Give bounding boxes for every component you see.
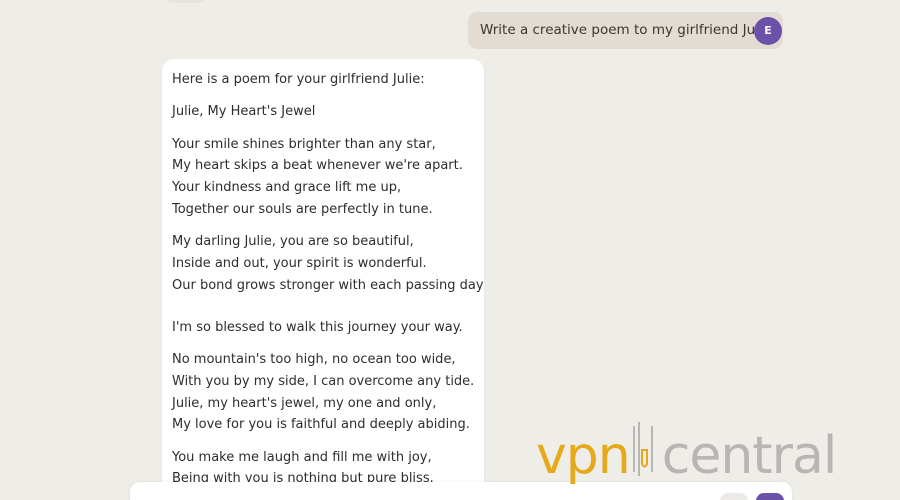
poem-line: You make me laugh and fill me with joy, — [172, 449, 432, 465]
user-avatar[interactable]: E — [754, 17, 782, 45]
poem-line: Your kindness and grace lift me up, — [172, 180, 402, 196]
poem-stanza-3: No mountain's too high, no ocean too wid… — [172, 349, 484, 436]
poem-stanza-1: Your smile shines brighter than any star… — [172, 134, 484, 221]
poem-line: With you by my side, I can overcome any … — [172, 373, 475, 389]
send-icon[interactable] — [756, 493, 784, 500]
poem-line: Together our souls are perfectly in tune… — [172, 201, 433, 217]
poem-line: Inside and out, your spirit is wonderful… — [172, 256, 427, 272]
poem-line: Our bond grows stronger with each passin… — [172, 277, 484, 293]
poem-stanza-2: My darling Julie, you are so beautiful, … — [172, 231, 484, 338]
poem-line: My heart skips a beat whenever we're apa… — [172, 158, 463, 174]
user-message-bubble: Write a creative poem to my girlfriend J… — [468, 12, 783, 49]
vpncentral-watermark-logo: vpn central — [536, 421, 892, 488]
poem-line: Julie, my heart's jewel, my one and only… — [172, 395, 437, 411]
poem-line: My love for you is faithful and deeply a… — [172, 417, 470, 433]
poem-title: Julie, My Heart's Jewel — [172, 104, 316, 120]
poem-line: My darling Julie, you are so beautiful, — [172, 234, 414, 250]
poem-line: Your smile shines brighter than any star… — [172, 136, 436, 152]
microphone-icon[interactable] — [720, 493, 748, 500]
poem-line: No mountain's too high, no ocean too wid… — [172, 351, 456, 367]
shield-icon — [632, 420, 654, 493]
watermark-text-central: central — [661, 426, 838, 486]
previous-message-edge — [168, 0, 204, 3]
assistant-intro-text: Here is a poem for your girlfriend Julie… — [172, 72, 425, 87]
user-message-row: Write a creative poem to my girlfriend J… — [468, 12, 783, 49]
watermark-text-vpn: vpn — [536, 426, 631, 486]
assistant-message-card: Here is a poem for your girlfriend Julie… — [162, 59, 484, 500]
poem-line: I'm so blessed to walk this journey your… — [172, 319, 463, 335]
